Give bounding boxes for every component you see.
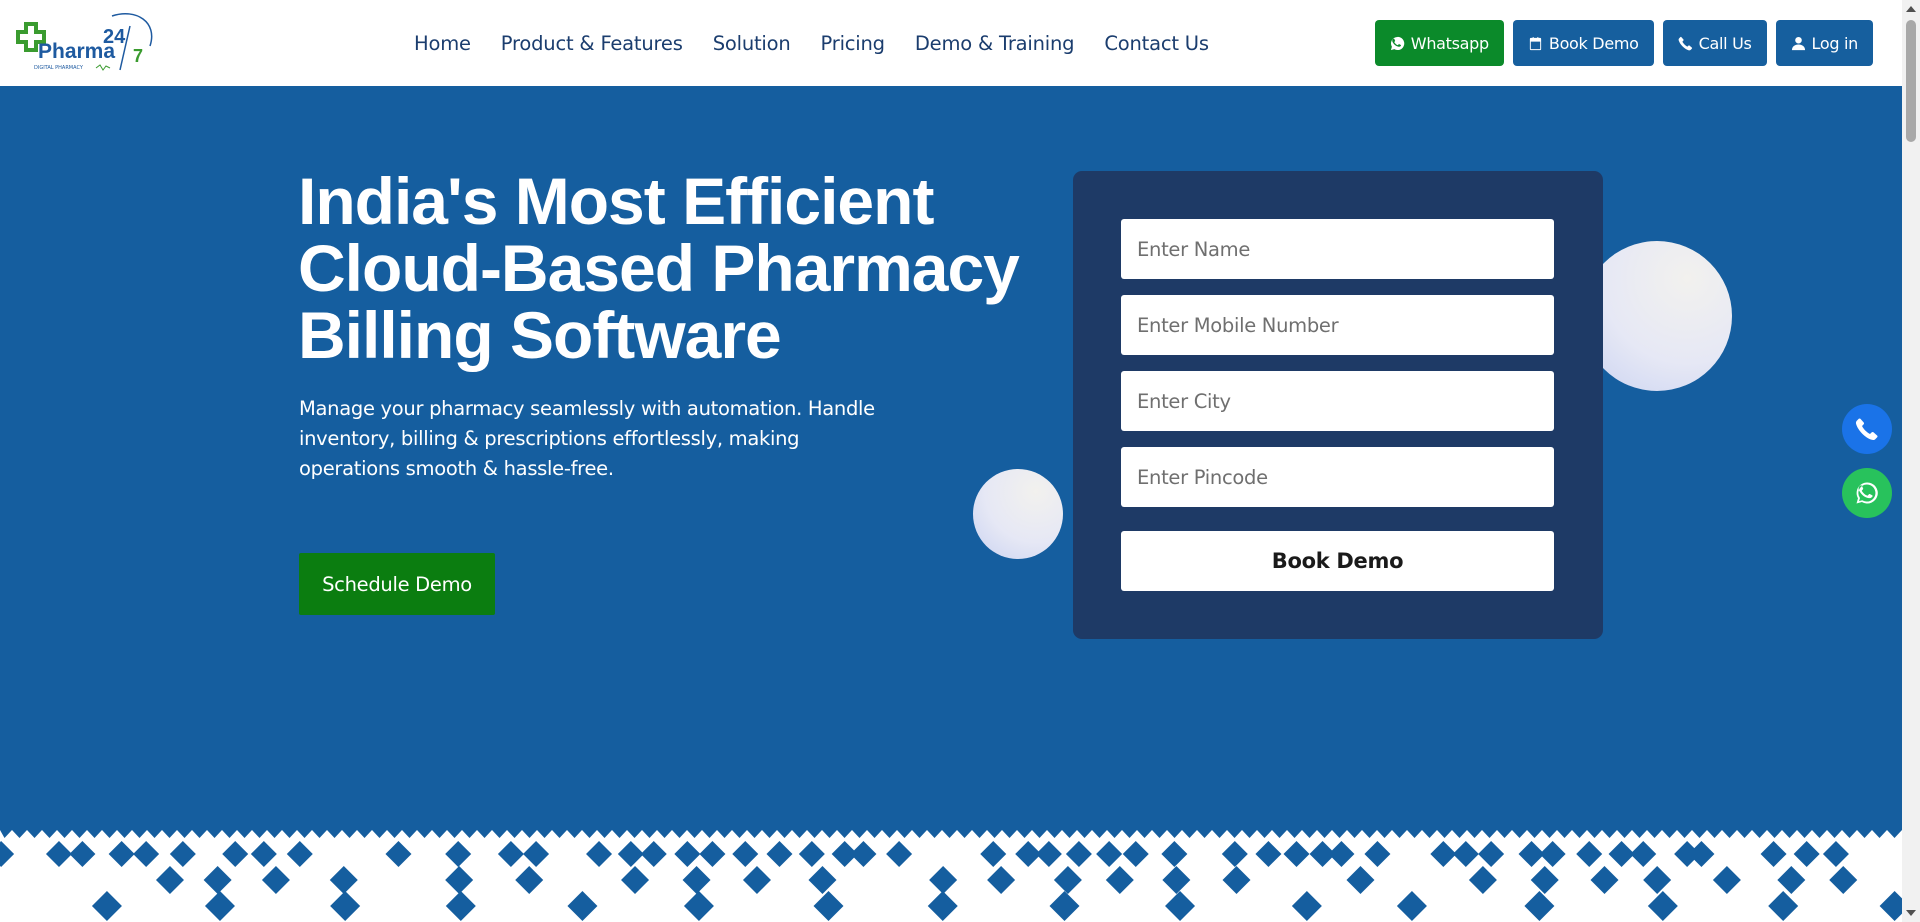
schedule-demo-button[interactable]: Schedule Demo bbox=[299, 553, 495, 615]
nav-pricing[interactable]: Pricing bbox=[821, 32, 886, 55]
scroll-down-arrow-icon[interactable] bbox=[1906, 910, 1916, 916]
city-input[interactable] bbox=[1121, 371, 1554, 431]
call-us-label: Call Us bbox=[1698, 33, 1752, 53]
pharma247-logo[interactable]: Pharma 24 7 DIGITAL PHARMACY bbox=[16, 12, 160, 74]
whatsapp-button[interactable]: Whatsapp bbox=[1374, 20, 1504, 66]
login-label: Log in bbox=[1811, 33, 1859, 53]
name-input[interactable] bbox=[1121, 219, 1554, 279]
book-demo-header-button[interactable]: Book Demo bbox=[1512, 20, 1654, 66]
main-nav: Home Product & Features Solution Pricing… bbox=[414, 0, 1209, 86]
floating-whatsapp-button[interactable] bbox=[1842, 468, 1892, 518]
decorative-circle-small bbox=[973, 469, 1063, 559]
whatsapp-icon bbox=[1856, 482, 1878, 504]
user-icon bbox=[1791, 36, 1805, 50]
whatsapp-label: Whatsapp bbox=[1410, 33, 1489, 53]
login-button[interactable]: Log in bbox=[1775, 20, 1873, 66]
nav-product-features[interactable]: Product & Features bbox=[501, 32, 683, 55]
floating-call-button[interactable] bbox=[1842, 404, 1892, 454]
whatsapp-icon bbox=[1390, 36, 1405, 50]
phone-icon bbox=[1678, 36, 1692, 50]
diamond-pattern-border bbox=[0, 820, 1902, 922]
hero-subtitle-line-3: operations smooth & hassle-free. bbox=[299, 457, 614, 480]
nav-home[interactable]: Home bbox=[414, 32, 471, 55]
nav-contact-us[interactable]: Contact Us bbox=[1104, 32, 1209, 55]
page-scrollbar[interactable] bbox=[1902, 0, 1920, 922]
book-demo-label: Book Demo bbox=[1548, 33, 1639, 53]
hero-title-line-2: Cloud-Based Pharmacy bbox=[298, 231, 1020, 305]
hero-subtitle-line-2: inventory, billing & prescriptions effor… bbox=[299, 427, 800, 450]
hero-title-line-1: India's Most Efficient bbox=[298, 164, 934, 238]
nav-demo-training[interactable]: Demo & Training bbox=[915, 32, 1075, 55]
hero-title-line-3: Billing Software bbox=[298, 298, 782, 372]
scroll-up-arrow-icon[interactable] bbox=[1906, 6, 1916, 12]
svg-text:24: 24 bbox=[103, 26, 126, 48]
scrollbar-thumb[interactable] bbox=[1906, 20, 1916, 142]
hero-subtitle-line-1: Manage your pharmacy seamlessly with aut… bbox=[299, 397, 875, 420]
demo-form: Book Demo bbox=[1073, 171, 1603, 639]
book-demo-submit-button[interactable]: Book Demo bbox=[1121, 531, 1554, 591]
svg-text:DIGITAL PHARMACY: DIGITAL PHARMACY bbox=[34, 65, 84, 71]
calendar-icon bbox=[1529, 36, 1542, 50]
decorative-circle-large bbox=[1582, 241, 1732, 391]
nav-solution[interactable]: Solution bbox=[713, 32, 791, 55]
svg-text:7: 7 bbox=[133, 46, 143, 66]
call-us-button[interactable]: Call Us bbox=[1662, 20, 1767, 66]
site-header: Pharma 24 7 DIGITAL PHARMACY Home Produc… bbox=[0, 0, 1902, 86]
hero-title: India's Most Efficient Cloud-Based Pharm… bbox=[298, 168, 1058, 369]
hero-section: India's Most Efficient Cloud-Based Pharm… bbox=[0, 86, 1902, 922]
header-actions: Whatsapp Book Demo Call Us Log in bbox=[1374, 20, 1873, 66]
hero-subtitle: Manage your pharmacy seamlessly with aut… bbox=[299, 394, 909, 484]
phone-icon bbox=[1855, 418, 1878, 441]
mobile-input[interactable] bbox=[1121, 295, 1554, 355]
pincode-input[interactable] bbox=[1121, 447, 1554, 507]
